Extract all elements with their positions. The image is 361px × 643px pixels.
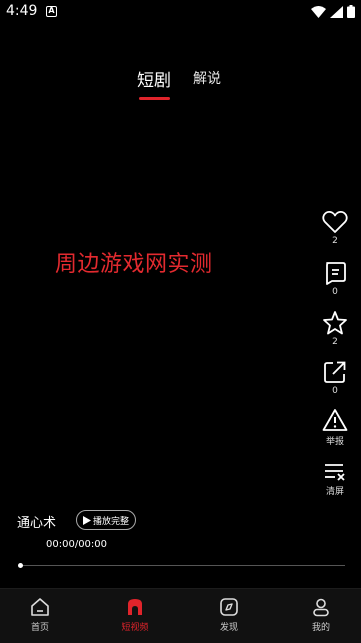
profile-icon: [313, 598, 329, 617]
tab-short-drama[interactable]: 短剧: [137, 66, 171, 91]
like-button[interactable]: 2: [318, 210, 352, 246]
clear-screen-label: 清屏: [325, 487, 344, 497]
comment-button[interactable]: 0: [318, 261, 352, 297]
status-bar: 4:49 A: [0, 0, 361, 24]
tab-explain[interactable]: 解说: [193, 68, 221, 88]
wifi-icon: [311, 5, 326, 18]
favorite-count: 2: [332, 337, 338, 347]
video-title: 通心术: [17, 516, 57, 531]
clear-screen-button[interactable]: 清屏: [318, 462, 352, 497]
comment-count: 0: [332, 287, 338, 297]
battery-icon: [347, 5, 355, 18]
nav-profile-label: 我的: [311, 623, 330, 633]
play-icon: [83, 515, 91, 525]
nav-home[interactable]: 首页: [10, 597, 70, 633]
play-full-label: 播放完整: [93, 516, 130, 527]
play-full-button[interactable]: 播放完整: [76, 510, 137, 530]
report-label: 举报: [325, 437, 344, 447]
signal-icon: [330, 5, 343, 18]
status-time: 4:49: [6, 3, 38, 19]
like-count: 2: [332, 236, 338, 246]
nav-discover[interactable]: 发现: [199, 597, 259, 633]
share-button[interactable]: 0: [318, 360, 352, 396]
clear-screen-icon: [325, 464, 345, 481]
progress-handle[interactable]: [18, 563, 23, 568]
share-icon: [324, 361, 346, 383]
warning-icon: [322, 409, 348, 431]
nav-short-video-label: 短视频: [121, 623, 149, 633]
comment-icon: [326, 262, 346, 285]
nav-short-video[interactable]: 短视频: [105, 597, 165, 633]
playback-time: 00:00/00:00: [46, 539, 108, 550]
favorite-button[interactable]: 2: [318, 310, 352, 347]
report-button[interactable]: 举报: [318, 408, 352, 447]
discover-icon: [220, 598, 238, 616]
nav-home-label: 首页: [30, 623, 49, 633]
heart-icon: [322, 211, 348, 233]
star-icon: [323, 311, 347, 335]
short-video-icon: [128, 599, 142, 615]
a-icon: A: [46, 6, 57, 17]
share-count: 0: [332, 386, 338, 396]
nav-profile[interactable]: 我的: [291, 597, 351, 633]
watermark-text: 周边游戏网实测: [55, 252, 213, 277]
progress-bar[interactable]: [20, 565, 345, 566]
status-icons: [311, 5, 355, 18]
active-tab-indicator: [139, 97, 170, 100]
home-icon: [31, 598, 49, 616]
top-tabs: 短剧 解说: [0, 62, 361, 102]
bottom-nav: 首页 短视频 发现 我的: [0, 588, 361, 643]
nav-discover-label: 发现: [219, 623, 238, 633]
